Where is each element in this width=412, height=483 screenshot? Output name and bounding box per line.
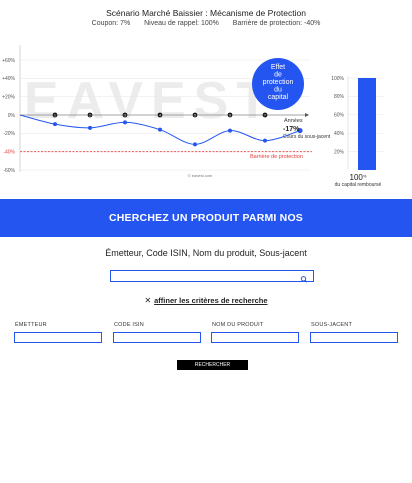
capital-bar <box>358 78 376 170</box>
bubble-line: Effet <box>271 64 285 71</box>
x-axis-label: Années <box>284 118 303 124</box>
capital-tick-label: 20% <box>334 149 345 155</box>
observation-mark-label: 3 <box>124 114 126 118</box>
close-icon: ✕ <box>144 296 152 305</box>
product-name-input[interactable] <box>212 340 298 350</box>
final-value-label: -17% <box>283 126 300 133</box>
capital-value: 100% <box>350 173 367 182</box>
capital-tick-label: 40% <box>334 131 345 137</box>
refine-criteria-link[interactable]: ✕ affiner les critères de recherche <box>0 296 412 305</box>
search-submit-button[interactable]: RECHERCHER <box>177 360 248 370</box>
y-tick-label: +60% <box>2 58 15 64</box>
product-name-label: NOM DU PRODUIT <box>212 322 264 328</box>
search-input[interactable] <box>111 278 291 287</box>
chart-credit: © eavest.com <box>188 173 213 178</box>
search-banner: CHERCHEZ UN PRODUIT PARMI NOS <box>0 199 412 237</box>
barrier-label: Barrière de protection <box>250 154 303 160</box>
refine-criteria-label: affiner les critères de recherche <box>154 296 268 305</box>
observation-mark-label: 2 <box>89 114 91 118</box>
y-tick-label: 0% <box>8 113 16 119</box>
y-tick-label: -40% <box>3 149 15 155</box>
scenario-chart: Scénario Marché Baissier : Mécanisme de … <box>0 0 412 198</box>
underlying-label: SOUS-JACENT <box>311 322 353 328</box>
isin-label: CODE ISIN <box>114 322 144 328</box>
observation-mark-label: 4 <box>159 114 161 118</box>
capital-tick-label: 80% <box>334 94 345 100</box>
data-point <box>263 138 267 143</box>
capital-caption: du capital remboursé <box>335 182 382 188</box>
capital-bar-chart: 100% 80% 60% 40% 20% <box>331 76 384 170</box>
banner-title: CHERCHEZ UN PRODUIT PARMI NOS <box>108 212 304 224</box>
observation-mark-label: 6 <box>229 114 231 118</box>
data-point <box>158 127 162 132</box>
watermark: EAVEST <box>24 72 276 130</box>
data-point <box>193 142 197 147</box>
data-point <box>123 120 127 125</box>
capital-tick-label: 60% <box>334 113 345 119</box>
issuer-input[interactable] <box>15 340 101 350</box>
observation-mark-label: 7 <box>264 114 266 118</box>
observation-mark-label: 1 <box>54 114 56 118</box>
search-icon <box>300 276 308 283</box>
data-point <box>228 128 232 133</box>
search-button[interactable] <box>298 271 310 283</box>
issuer-field[interactable] <box>14 332 102 350</box>
bubble-line: capital <box>268 94 289 101</box>
bubble-line: protection <box>263 79 294 86</box>
bubble-line: du <box>274 87 282 94</box>
issuer-label: ÉMETTEUR <box>15 322 47 328</box>
y-tick-labels: +60% +40% +20% 0% -20% -40% -60% <box>2 58 15 174</box>
search-hint: Émetteur, Code ISIN, Nom du produit, Sou… <box>105 248 307 258</box>
search-box <box>110 270 314 287</box>
y-tick-label: -60% <box>3 168 15 174</box>
data-point <box>53 122 57 127</box>
underlying-input[interactable] <box>311 340 397 350</box>
chart-svg: EAVEST +60% +40% +20% 0% -20% -40% -60% Barriè… <box>2 45 384 188</box>
y-tick-label: +20% <box>2 94 15 100</box>
isin-field[interactable] <box>113 332 201 350</box>
final-value-caption: Cours du sous-jacent <box>283 134 331 140</box>
product-name-field[interactable] <box>211 332 299 350</box>
observation-mark-label: 5 <box>194 114 196 118</box>
y-tick-label: +40% <box>2 76 15 82</box>
data-point <box>88 125 92 130</box>
x-axis-arrow <box>305 113 309 117</box>
y-tick-label: -20% <box>3 131 15 137</box>
bubble-line: de <box>274 72 282 79</box>
isin-input[interactable] <box>114 340 200 350</box>
capital-tick-label: 100% <box>331 76 344 82</box>
underlying-field[interactable] <box>310 332 398 350</box>
